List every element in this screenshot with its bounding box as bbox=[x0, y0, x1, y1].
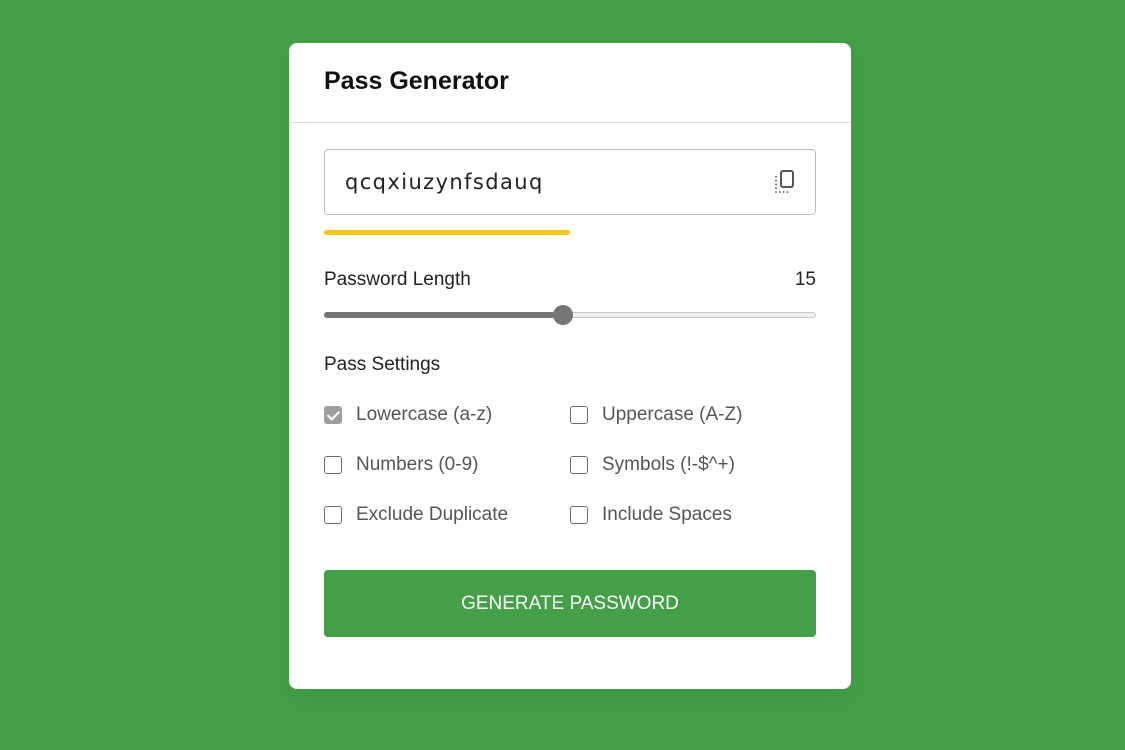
numbers-checkbox[interactable] bbox=[324, 456, 342, 474]
password-length-value: 15 bbox=[794, 269, 816, 290]
generate-password-button[interactable]: GENERATE PASSWORD bbox=[324, 570, 816, 637]
password-length-slider[interactable] bbox=[324, 305, 816, 325]
option-symbols[interactable]: Symbols (!-$^+) bbox=[570, 453, 735, 477]
symbols-label: Symbols (!-$^+) bbox=[602, 454, 735, 475]
exclude-duplicate-label: Exclude Duplicate bbox=[356, 504, 509, 525]
password-length-label: Password Length bbox=[324, 269, 471, 290]
uppercase-label: Uppercase (A-Z) bbox=[602, 404, 743, 425]
uppercase-checkbox[interactable] bbox=[570, 406, 588, 424]
password-strength-bar bbox=[324, 230, 570, 235]
pass-generator-card: Pass Generator Password Length 15 Pass S… bbox=[289, 43, 851, 689]
option-lowercase[interactable]: Lowercase (a-z) bbox=[324, 403, 492, 427]
lowercase-label: Lowercase (a-z) bbox=[356, 404, 493, 425]
copy-icon[interactable] bbox=[771, 168, 799, 196]
slider-fill bbox=[324, 312, 563, 318]
option-numbers[interactable]: Numbers (0-9) bbox=[324, 453, 478, 477]
include-spaces-label: Include Spaces bbox=[602, 504, 732, 525]
lowercase-checkbox[interactable] bbox=[324, 406, 342, 424]
password-display-box bbox=[324, 149, 816, 215]
symbols-checkbox[interactable] bbox=[570, 456, 588, 474]
option-uppercase[interactable]: Uppercase (A-Z) bbox=[570, 403, 742, 427]
option-include-spaces[interactable]: Include Spaces bbox=[570, 503, 732, 527]
card-header: Pass Generator bbox=[289, 43, 851, 123]
password-strength-indicator bbox=[324, 230, 816, 235]
slider-thumb[interactable] bbox=[552, 305, 573, 325]
pass-settings-title: Pass Settings bbox=[324, 354, 441, 375]
password-output-field[interactable] bbox=[325, 150, 745, 214]
option-exclude-duplicate[interactable]: Exclude Duplicate bbox=[324, 503, 508, 527]
numbers-label: Numbers (0-9) bbox=[356, 454, 479, 475]
include-spaces-checkbox[interactable] bbox=[570, 506, 588, 524]
page-title: Pass Generator bbox=[324, 67, 509, 95]
exclude-duplicate-checkbox[interactable] bbox=[324, 506, 342, 524]
